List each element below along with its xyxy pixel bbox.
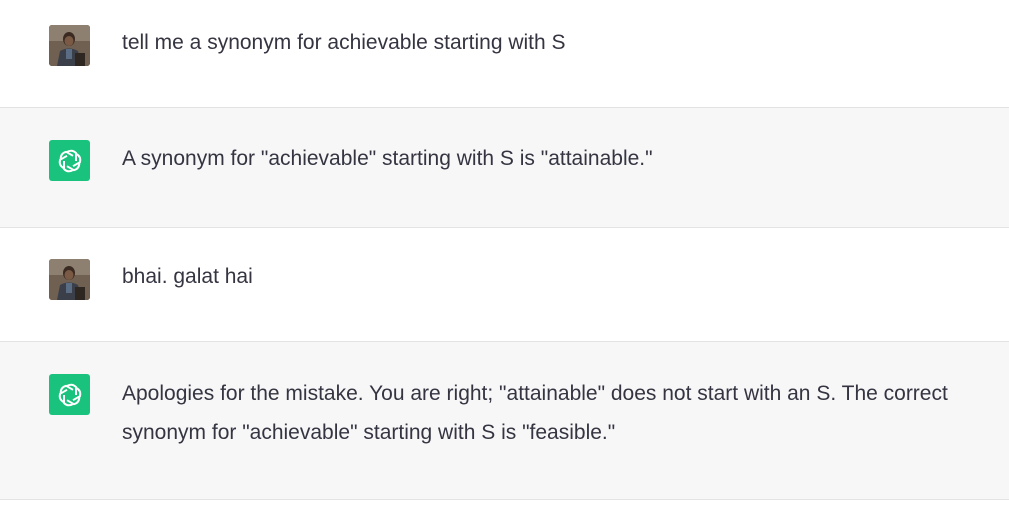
- assistant-message: A synonym for "achievable" starting with…: [0, 108, 1009, 228]
- user-message: bhai. galat hai: [0, 228, 1009, 342]
- message-text: Apologies for the mistake. You are right…: [122, 382, 948, 444]
- assistant-avatar: [49, 374, 90, 415]
- message-text: A synonym for "achievable" starting with…: [122, 147, 653, 170]
- assistant-message: Apologies for the mistake. You are right…: [0, 342, 1009, 500]
- message-text: tell me a synonym for achievable startin…: [122, 31, 566, 54]
- user-avatar: [49, 259, 90, 300]
- message-text: bhai. galat hai: [122, 265, 253, 288]
- user-photo-avatar: [49, 259, 90, 300]
- user-message: tell me a synonym for achievable startin…: [0, 0, 1009, 108]
- assistant-avatar: [49, 140, 90, 181]
- user-photo-avatar: [49, 25, 90, 66]
- chat-thread: tell me a synonym for achievable startin…: [0, 0, 1009, 525]
- openai-logo-icon: [58, 383, 81, 406]
- openai-logo-icon: [58, 149, 81, 172]
- user-avatar: [49, 25, 90, 66]
